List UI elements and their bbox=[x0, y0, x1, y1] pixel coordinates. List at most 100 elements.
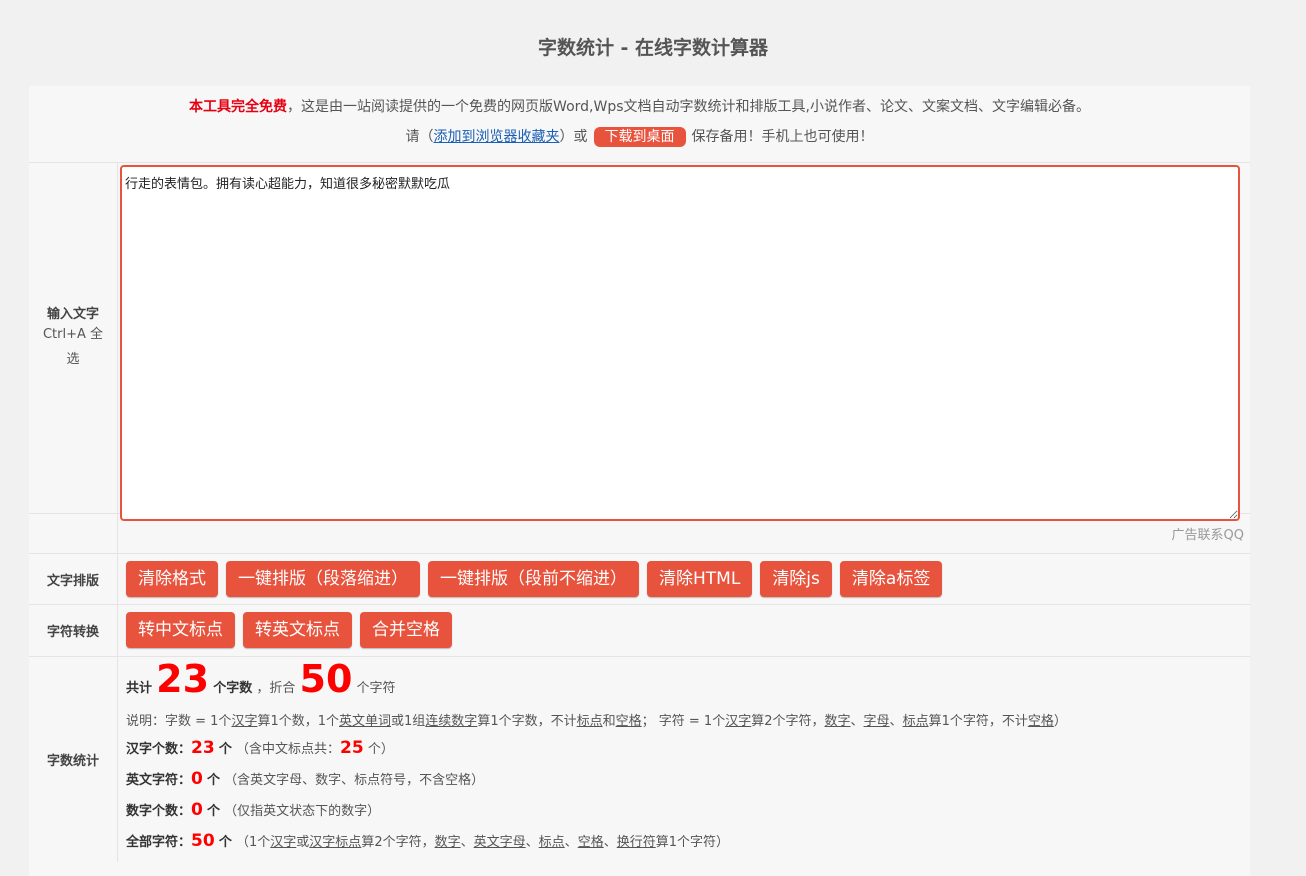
all-note-segment: 、 bbox=[525, 835, 539, 850]
ad-row-label bbox=[29, 514, 118, 553]
hanzi-note-a: （含中文标点共： bbox=[235, 742, 340, 757]
all-label: 全部字符： bbox=[126, 835, 192, 850]
all-note-segment: 算1个字符） bbox=[655, 835, 730, 850]
notice-desc: ，这是由一站阅读提供的一个免费的网页版Word,Wps文档自动字数统计和排版工具… bbox=[287, 99, 1090, 115]
word-unit: 个字数 bbox=[213, 681, 253, 696]
explain-segment: 、 bbox=[889, 714, 903, 729]
all-note-segment: （1个 bbox=[235, 835, 271, 850]
input-label-hint: Ctrl+A 全 bbox=[42, 327, 104, 342]
all-unit: 个 bbox=[218, 835, 232, 850]
explain-segment: 算1个数，1个 bbox=[257, 714, 339, 729]
clear-format-button[interactable]: 清除格式 bbox=[126, 561, 218, 597]
all-note: （1个汉字或汉字标点算2个字符，数字、英文字母、标点、空格、换行符算1个字符） bbox=[236, 835, 729, 850]
explain-segment: 算1个字数，不计 bbox=[477, 714, 577, 729]
input-label: 输入文字 Ctrl+A 全 选 bbox=[29, 162, 118, 513]
num-note: （仅指英文状态下的数字） bbox=[224, 804, 381, 819]
all-note-segment: 英文字母 bbox=[473, 835, 526, 850]
typeset-row: 文字排版 清除格式 一键排版（段落缩进） 一键排版（段前不缩进） 清除HTML 清除js… bbox=[29, 554, 1250, 605]
typeset-no-indent-button[interactable]: 一键排版（段前不缩进） bbox=[428, 561, 639, 597]
hanzi-count-line: 汉字个数：23 个 （含中文标点共：25 个） bbox=[126, 738, 394, 758]
total-prefix: 共计 bbox=[126, 681, 153, 696]
all-note-segment: 汉字 bbox=[270, 835, 297, 850]
stats-row: 字数统计 共计 23 个字数 ，折合 50 个字符 说明：字数 = 1个汉字算1… bbox=[29, 657, 1250, 867]
typeset-label-text: 文字排版 bbox=[46, 573, 99, 589]
typeset-buttons: 清除格式 一键排版（段落缩进） 一键排版（段前不缩进） 清除HTML 清除js 清除a标签 bbox=[126, 561, 950, 597]
hanzi-note-b: 个） bbox=[367, 742, 394, 757]
typeset-indent-button[interactable]: 一键排版（段落缩进） bbox=[226, 561, 420, 597]
all-note-segment: 、 bbox=[564, 835, 578, 850]
en-value: 0 bbox=[191, 769, 203, 789]
explain-segment: 空格 bbox=[615, 714, 642, 729]
page-title: 字数统计 - 在线字数计算器 bbox=[537, 37, 769, 59]
explain-segment: ； 字符 = 1个 bbox=[641, 714, 726, 729]
explain-segment: 和 bbox=[602, 714, 616, 729]
char-unit: 个字符 bbox=[356, 681, 396, 696]
all-note-segment: 空格 bbox=[577, 835, 604, 850]
explain-segment: 汉字 bbox=[725, 714, 752, 729]
explain-segment: 标点 bbox=[576, 714, 603, 729]
explain-segment: 汉字 bbox=[231, 714, 258, 729]
notice-save: 保存备用！手机上也可使用！ bbox=[691, 129, 874, 145]
all-note-segment: 算2个字符， bbox=[361, 835, 435, 850]
hanzi-unit: 个 bbox=[218, 742, 232, 757]
explain-segment: 算1个字符，不计 bbox=[928, 714, 1028, 729]
en-unit: 个 bbox=[207, 773, 221, 788]
notice-please: 请（ bbox=[405, 129, 434, 145]
clear-html-button[interactable]: 清除HTML bbox=[647, 561, 753, 597]
clear-a-tag-button[interactable]: 清除a标签 bbox=[839, 561, 943, 597]
explain-segment: 说明：字数 = 1个 bbox=[126, 714, 232, 729]
explain-segment: 空格 bbox=[1027, 714, 1054, 729]
explain-segment: 字母 bbox=[863, 714, 890, 729]
all-note-segment: 、 bbox=[460, 835, 474, 850]
word-count-value: 23 bbox=[156, 657, 210, 701]
en-note: （含英文字母、数字、标点符号，不含空格） bbox=[224, 773, 485, 788]
hanzi-note-value: 25 bbox=[340, 738, 364, 758]
notice-or: ）或 bbox=[559, 129, 588, 145]
hanzi-label: 汉字个数： bbox=[126, 742, 192, 757]
explain-segment: 英文单词 bbox=[339, 714, 392, 729]
to-english-punct-button[interactable]: 转英文标点 bbox=[243, 612, 352, 648]
num-label: 数字个数： bbox=[126, 804, 192, 819]
input-label-title: 输入文字 bbox=[46, 307, 99, 322]
en-label: 英文字符： bbox=[126, 773, 192, 788]
number-count-line: 数字个数：0 个 （仅指英文状态下的数字） bbox=[126, 800, 380, 820]
explain-segment: 连续数字 bbox=[425, 714, 478, 729]
notice-bar: 本工具完全免费，这是由一站阅读提供的一个免费的网页版Word,Wps文档自动字数… bbox=[29, 86, 1250, 163]
notice-line-2: 请（添加到浏览器收藏夹）或 下载到桌面 保存备用！手机上也可使用！ bbox=[29, 126, 1250, 147]
hanzi-value: 23 bbox=[191, 738, 215, 758]
clear-js-button[interactable]: 清除js bbox=[760, 561, 832, 597]
ad-row: 广告联系QQ bbox=[29, 514, 1250, 554]
stats-label: 字数统计 bbox=[29, 657, 118, 862]
input-row: 输入文字 Ctrl+A 全 选 bbox=[29, 162, 1250, 521]
convert-buttons: 转中文标点 转英文标点 合并空格 bbox=[126, 612, 460, 648]
num-unit: 个 bbox=[207, 804, 221, 819]
all-value: 50 bbox=[191, 831, 215, 851]
all-note-segment: 换行符 bbox=[616, 835, 656, 850]
all-note-segment: 、 bbox=[603, 835, 617, 850]
to-chinese-punct-button[interactable]: 转中文标点 bbox=[126, 612, 235, 648]
convert-row: 字符转换 转中文标点 转英文标点 合并空格 bbox=[29, 605, 1250, 657]
ad-contact[interactable]: 广告联系QQ bbox=[1172, 524, 1244, 543]
all-note-segment: 数字 bbox=[434, 835, 461, 850]
explain-segment: 、 bbox=[850, 714, 864, 729]
convert-label: 字符转换 bbox=[29, 605, 118, 656]
explain-segment: 数字 bbox=[824, 714, 851, 729]
sep-text: ，折合 bbox=[256, 681, 296, 696]
stats-explanation: 说明：字数 = 1个汉字算1个数，1个英文单词或1组连续数字算1个字数，不计标点… bbox=[126, 710, 1067, 729]
download-desktop-button[interactable]: 下载到桌面 bbox=[593, 127, 686, 147]
all-char-count-line: 全部字符：50 个 （1个汉字或汉字标点算2个字符，数字、英文字母、标点、空格、… bbox=[126, 831, 729, 851]
notice-line-1: 本工具完全免费，这是由一站阅读提供的一个免费的网页版Word,Wps文档自动字数… bbox=[29, 96, 1250, 116]
convert-label-text: 字符转换 bbox=[46, 625, 99, 640]
explain-segment: 标点 bbox=[902, 714, 929, 729]
all-note-segment: 或 bbox=[296, 835, 310, 850]
stats-label-text: 字数统计 bbox=[46, 754, 99, 769]
merge-spaces-button[interactable]: 合并空格 bbox=[360, 612, 452, 648]
all-note-segment: 汉字标点 bbox=[309, 835, 362, 850]
stats-summary: 共计 23 个字数 ，折合 50 个字符 bbox=[126, 657, 396, 701]
bookmark-link[interactable]: 添加到浏览器收藏夹 bbox=[434, 129, 560, 145]
text-input[interactable] bbox=[120, 165, 1240, 521]
char-count-value: 50 bbox=[299, 657, 353, 701]
free-badge-text: 本工具完全免费 bbox=[189, 99, 288, 115]
explain-segment: 或1组 bbox=[391, 714, 426, 729]
all-note-segment: 标点 bbox=[538, 835, 565, 850]
